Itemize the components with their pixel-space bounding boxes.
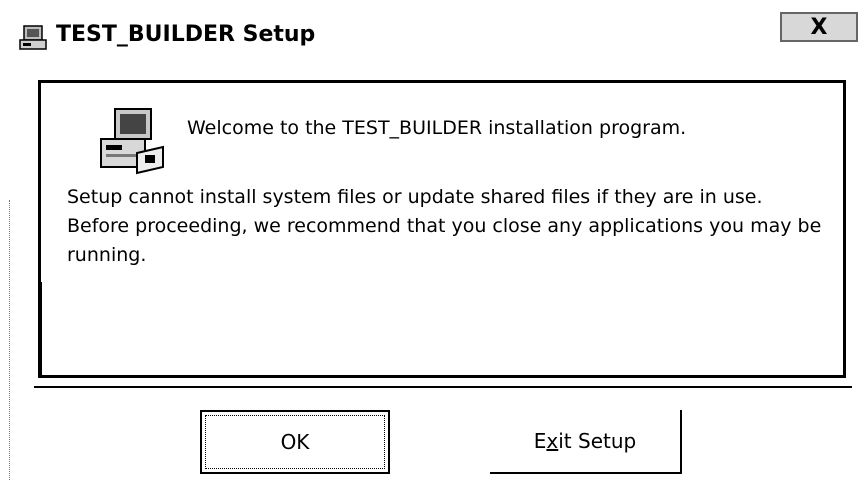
welcome-panel: Welcome to the TEST_BUILDER installation… xyxy=(38,80,846,378)
exit-setup-button[interactable]: Exit Setup xyxy=(490,410,682,474)
welcome-text: Welcome to the TEST_BUILDER installation… xyxy=(187,117,687,139)
window-title: TEST_BUILDER Setup xyxy=(56,22,316,47)
divider xyxy=(34,386,852,388)
exit-setup-label: Exit Setup xyxy=(533,429,637,453)
ok-button-label: OK xyxy=(280,430,310,454)
setup-computer-icon xyxy=(100,108,164,175)
panel-frame xyxy=(38,282,846,378)
close-button[interactable]: X xyxy=(780,12,858,42)
title-bar: TEST_BUILDER Setup X xyxy=(0,0,864,66)
warning-message: Setup cannot install system files or upd… xyxy=(67,186,822,266)
ok-button[interactable]: OK xyxy=(200,410,390,474)
close-icon: X xyxy=(810,14,828,40)
decorative-dots xyxy=(9,200,12,480)
setup-computer-icon xyxy=(19,25,47,50)
